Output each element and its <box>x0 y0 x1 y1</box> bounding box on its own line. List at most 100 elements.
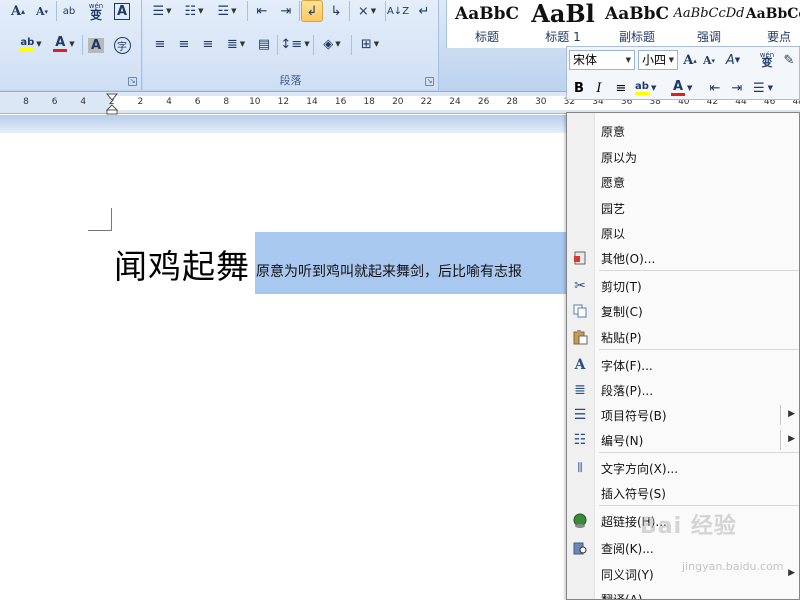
highlight-button[interactable]: ab ▼ <box>14 33 48 55</box>
enclose-char-button[interactable]: 字 <box>112 34 132 56</box>
indent-marker-icon[interactable] <box>106 93 118 115</box>
multilevel-list-button[interactable]: ☲ ▼ <box>211 0 243 22</box>
numbering-button[interactable]: ☷ ▼ <box>179 0 209 22</box>
style-subtitle[interactable]: AaBbC 副标题 <box>601 0 673 48</box>
style-strong[interactable]: AaBbCcl 要点 <box>743 0 800 48</box>
shrink-font-label: A <box>35 4 45 18</box>
menu-item-other[interactable]: 其他(O)... <box>567 246 799 270</box>
menu-item-insert-symbol[interactable]: 插入符号(S) <box>567 481 799 505</box>
phonetic-guide-button[interactable]: wén 变 <box>759 49 775 69</box>
ruler-number: 6 <box>51 97 58 107</box>
ltr-direction-button[interactable]: ↲ <box>301 0 323 22</box>
menu-separator <box>599 505 799 506</box>
decrease-indent-button[interactable]: ⇤ <box>707 78 723 98</box>
chevron-right-icon[interactable]: ▶ <box>788 434 795 444</box>
font-name-select[interactable]: 宋体 ▼ <box>569 50 635 70</box>
decrease-indent-icon: ⇤ <box>256 3 268 19</box>
distributed-button[interactable]: ▤ <box>253 33 275 55</box>
clear-format-button[interactable]: ab <box>58 0 80 22</box>
menu-item-bullets[interactable]: ☰ 项目符号(B) ▶ <box>567 403 799 427</box>
menu-item-paste[interactable]: 粘贴(P) <box>567 325 799 349</box>
sort-button[interactable]: A↓Z <box>387 0 409 22</box>
phonetic-char: 变 <box>761 56 773 69</box>
rtl-direction-icon: ↳ <box>330 3 342 19</box>
menu-item-text-direction[interactable]: ⫼ 文字方向(X)... <box>567 456 799 480</box>
font-dialog-launcher[interactable]: ↘ <box>128 77 137 86</box>
shading-button[interactable]: ◈ ▼ <box>315 33 349 55</box>
font-size-select[interactable]: 小四 ▼ <box>638 50 678 70</box>
borders-button[interactable]: ⊞ ▼ <box>353 33 387 55</box>
ruler-number: 30 <box>535 97 547 107</box>
paragraph-dialog-launcher[interactable]: ↘ <box>425 77 434 86</box>
align-center-icon: ≡ <box>615 80 627 96</box>
menu-item-font[interactable]: A 字体(F)... <box>567 353 799 377</box>
watermark-url: jingyan.baidu.com <box>682 560 784 573</box>
justify-button[interactable]: ≣ ▼ <box>221 33 251 55</box>
style-sample: AaBbC <box>455 4 519 24</box>
shrink-font-button[interactable]: A ▾ <box>32 0 52 22</box>
menu-item-numbering[interactable]: ☷ 编号(N) ▶ <box>567 428 799 452</box>
menu-item-translate[interactable]: 翻译(A) <box>567 587 799 599</box>
ruler-number: 26 <box>477 97 490 107</box>
text-effects-button[interactable]: A ▼ <box>725 50 741 70</box>
menu-item-suggestion[interactable]: 愿意 <box>567 170 799 194</box>
ruler-number: 24 <box>449 97 461 107</box>
char-shading-button[interactable]: A <box>86 34 106 56</box>
bullet-list-icon: ☰ <box>152 3 165 19</box>
format-painter-button[interactable]: ✎ <box>781 50 797 70</box>
numbered-list-icon: ☷ <box>573 432 587 448</box>
highlight-button[interactable]: ab ▼ <box>635 78 656 98</box>
document-title: 闻鸡起舞 <box>114 247 250 286</box>
align-right-button[interactable]: ≡ <box>197 33 219 55</box>
style-title[interactable]: AaBbC 标题 <box>451 0 523 48</box>
grow-font-button[interactable]: A ▴ <box>682 50 698 70</box>
menu-item-suggestion[interactable]: 原以为 <box>567 145 799 169</box>
shrink-font-button[interactable]: A ▾ <box>701 50 717 70</box>
italic-button[interactable]: I <box>591 78 607 98</box>
menu-item-label: 园艺 <box>601 202 626 216</box>
decrease-indent-button[interactable]: ⇤ <box>251 0 273 22</box>
align-center-icon: ≡ <box>178 36 190 52</box>
menu-item-suggestion[interactable]: 园艺 <box>567 196 799 220</box>
paragraph-icon: ≣ <box>574 382 586 398</box>
rtl-direction-button[interactable]: ↳ <box>325 0 347 22</box>
distributed-icon: ▤ <box>257 36 271 52</box>
menu-item-label: 项目符号(B) <box>601 409 667 423</box>
menu-item-cut[interactable]: ✂ 剪切(T) <box>567 274 799 298</box>
separator <box>56 1 57 21</box>
font-color-button[interactable]: A ▼ <box>48 33 80 55</box>
menu-item-label: 字体(F)... <box>601 359 653 373</box>
font-color-button[interactable]: A ▼ <box>671 78 692 98</box>
menu-split-divider <box>780 405 781 425</box>
grow-font-button[interactable]: A ▴ <box>8 0 28 22</box>
char-border-button[interactable]: A <box>112 0 132 22</box>
phonetic-guide-button[interactable]: wén 变 <box>84 0 108 22</box>
show-marks-button[interactable]: ↵ <box>413 0 435 22</box>
bold-button[interactable]: B <box>571 78 587 98</box>
menu-item-suggestion[interactable]: 原意 <box>567 119 799 143</box>
menu-item-label: 编号(N) <box>601 434 644 448</box>
globe-link-icon <box>571 512 589 530</box>
line-spacing-button[interactable]: ↕≡ ▼ <box>279 33 311 55</box>
bullets-button[interactable]: ☰ ▼ <box>147 0 177 22</box>
separator <box>299 1 300 21</box>
border-icon: ⊞ <box>360 36 372 52</box>
separator <box>277 35 278 55</box>
increase-indent-button[interactable]: ⇥ <box>729 78 745 98</box>
chinese-layout-button[interactable]: ⨯ ▼ <box>351 0 383 22</box>
menu-item-copy[interactable]: 复制(C) <box>567 299 799 323</box>
selected-text-region[interactable]: 原意为听到鸡叫就起来舞剑，后比喻有志报 <box>255 232 567 294</box>
style-emphasis[interactable]: AaBbCcDd 强调 <box>673 0 745 48</box>
align-left-button[interactable]: ≡ <box>149 33 171 55</box>
chevron-right-icon[interactable]: ▶ <box>788 409 795 419</box>
font-color-bar <box>671 92 685 96</box>
paintbrush-icon: ✎ <box>783 52 795 68</box>
bullets-button[interactable]: ☰ ▼ <box>753 78 773 98</box>
align-center-button[interactable]: ≡ <box>173 33 195 55</box>
style-heading-1[interactable]: AaBl 标题 1 <box>527 0 599 48</box>
menu-item-paragraph[interactable]: ≣ 段落(P)... <box>567 378 799 402</box>
book-red-icon <box>571 249 589 267</box>
increase-indent-button[interactable]: ⇥ <box>275 0 297 22</box>
menu-item-suggestion[interactable]: 原以 <box>567 221 799 245</box>
center-button[interactable]: ≡ <box>613 78 629 98</box>
